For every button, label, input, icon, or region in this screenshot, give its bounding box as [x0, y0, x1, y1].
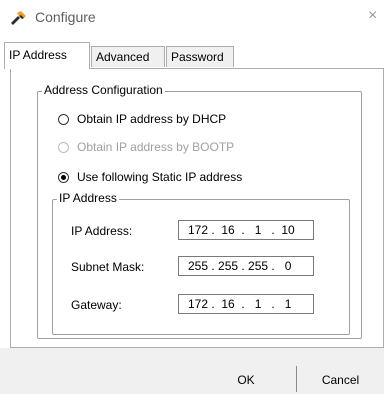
subnet-mask-input[interactable]: 255 . 255 . 255 . 0	[178, 256, 314, 276]
tab-strip: IP Address Advanced Password	[0, 40, 384, 70]
radio-dhcp-label: Obtain IP address by DHCP	[77, 112, 227, 126]
window-title: Configure	[35, 9, 96, 25]
tab-password[interactable]: Password	[166, 46, 234, 67]
radio-dhcp[interactable]: Obtain IP address by DHCP	[58, 110, 226, 128]
ok-button[interactable]: OK	[196, 366, 296, 394]
address-configuration-legend: Address Configuration	[42, 83, 165, 97]
tools-icon	[11, 11, 26, 25]
button-bar: OK Cancel	[0, 348, 384, 394]
gateway-label: Gateway:	[71, 298, 122, 312]
radio-dhcp-indicator[interactable]	[58, 113, 69, 125]
tab-advanced[interactable]: Advanced	[91, 46, 165, 67]
ip-address-label: IP Address:	[71, 224, 133, 238]
ip-address-group: IP Address IP Address: 172 . 16 . 1 . 10…	[52, 191, 350, 335]
radio-static[interactable]: Use following Static IP address	[58, 168, 242, 186]
subnet-mask-label: Subnet Mask:	[71, 260, 145, 274]
ip-address-input[interactable]: 172 . 16 . 1 . 10	[178, 220, 314, 240]
tab-ip-address[interactable]: IP Address	[4, 42, 90, 69]
radio-bootp-label: Obtain IP address by BOOTP	[77, 140, 235, 154]
radio-bootp: Obtain IP address by BOOTP	[58, 138, 234, 156]
radio-bootp-indicator	[58, 141, 69, 153]
ip-address-legend: IP Address	[57, 191, 119, 205]
cancel-button[interactable]: Cancel	[297, 366, 384, 394]
title-bar: Configure ×	[0, 0, 384, 34]
ip-address-panel: Address Configuration Obtain IP address …	[10, 68, 384, 348]
radio-static-label: Use following Static IP address	[77, 170, 243, 184]
address-configuration-group: Address Configuration Obtain IP address …	[37, 83, 362, 339]
close-icon[interactable]: ×	[368, 7, 382, 25]
radio-static-indicator[interactable]	[58, 171, 69, 183]
gateway-input[interactable]: 172 . 16 . 1 . 1	[178, 294, 314, 314]
